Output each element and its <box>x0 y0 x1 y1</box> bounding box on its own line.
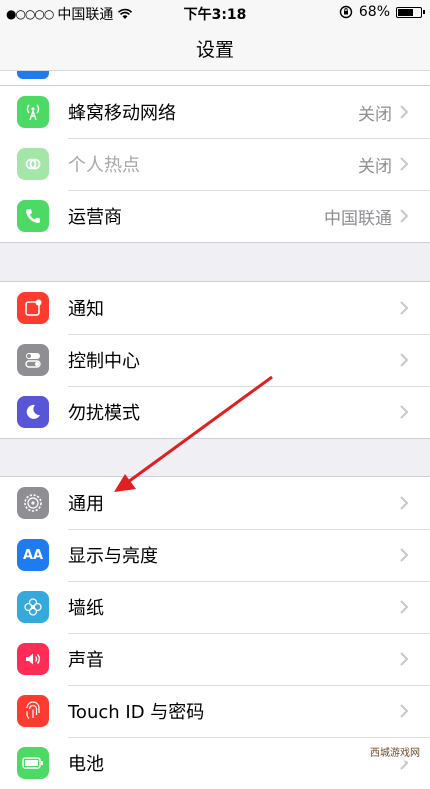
row-separator <box>68 529 430 530</box>
chevron-right-icon <box>394 152 414 176</box>
row-label: 蜂窝移动网络 <box>68 103 176 124</box>
chevron-right-icon <box>394 296 414 320</box>
chevron-right-icon <box>394 595 414 619</box>
settings-group-1: 蜂窝移动网络 关闭 个人热点 关闭 运营商 中国联通 <box>0 85 430 243</box>
row-label: 通用 <box>68 494 104 515</box>
row-separator <box>68 334 430 335</box>
battery-icon <box>17 747 49 779</box>
settings-row-wallpaper[interactable]: 墙纸 <box>0 581 430 633</box>
row-value: 关闭 <box>358 104 392 125</box>
chevron-right-icon <box>394 491 414 515</box>
battery-percentage: 68% <box>358 4 390 20</box>
chevron-right-icon <box>394 100 414 124</box>
row-label: Touch ID 与密码 <box>68 702 205 723</box>
settings-row-notifications[interactable]: 通知 <box>0 282 430 334</box>
settings-row-cellular[interactable]: 蜂窝移动网络 关闭 <box>0 86 430 138</box>
chevron-right-icon <box>394 647 414 671</box>
row-label: 声音 <box>68 650 104 671</box>
settings-row-hotspot[interactable]: 个人热点 关闭 <box>0 138 430 190</box>
control-center-icon <box>17 344 49 376</box>
chevron-right-icon <box>394 348 414 372</box>
settings-row-touch-id[interactable]: Touch ID 与密码 <box>0 685 430 737</box>
rotation-lock-icon <box>339 5 353 19</box>
settings-row-do-not-disturb[interactable]: 勿扰模式 <box>0 386 430 438</box>
battery-status-icon <box>396 6 425 18</box>
settings-row-control-center[interactable]: 控制中心 <box>0 334 430 386</box>
phone-icon <box>17 200 49 232</box>
row-separator <box>68 138 430 139</box>
partial-row-icon <box>17 71 49 79</box>
personal-hotspot-icon <box>17 148 49 180</box>
row-separator <box>68 190 430 191</box>
row-label: 运营商 <box>68 207 122 228</box>
row-label: 显示与亮度 <box>68 546 158 567</box>
settings-row-carrier[interactable]: 运营商 中国联通 <box>0 190 430 242</box>
chevron-right-icon <box>394 543 414 567</box>
row-label: 墙纸 <box>68 598 104 619</box>
settings-row-display[interactable]: AA 显示与亮度 <box>0 529 430 581</box>
moon-icon <box>17 396 49 428</box>
fingerprint-icon <box>17 695 49 727</box>
navigation-bar: 设置 <box>0 26 430 71</box>
text-size-icon: AA <box>17 539 49 571</box>
row-label: 电池 <box>68 754 104 775</box>
status-bar: ●○○○○ 中国联通 下午3:18 68% <box>0 0 430 26</box>
row-separator <box>68 386 430 387</box>
row-value: 关闭 <box>358 156 392 177</box>
row-separator <box>68 633 430 634</box>
row-separator <box>68 581 430 582</box>
row-value: 中国联通 <box>324 208 392 229</box>
chevron-right-icon <box>394 204 414 228</box>
wallpaper-flower-icon <box>17 591 49 623</box>
row-label: 通知 <box>68 299 104 320</box>
chevron-right-icon <box>394 400 414 424</box>
page-title: 设置 <box>195 38 234 61</box>
watermark: 西城游戏网 <box>366 742 424 761</box>
settings-group-2: 通知控制中心勿扰模式 <box>0 281 430 439</box>
row-label: 控制中心 <box>68 351 140 372</box>
row-separator <box>68 685 430 686</box>
gear-icon <box>17 487 49 519</box>
chevron-right-icon <box>394 699 414 723</box>
speaker-icon <box>17 643 49 675</box>
row-label: 勿扰模式 <box>68 403 140 424</box>
row-label: 个人热点 <box>68 155 140 176</box>
settings-row-general[interactable]: 通用 <box>0 477 430 529</box>
scrolled-row-sliver <box>0 71 430 86</box>
settings-row-sounds[interactable]: 声音 <box>0 633 430 685</box>
notifications-icon <box>17 292 49 324</box>
cellular-antenna-icon <box>17 96 49 128</box>
row-separator <box>68 737 430 738</box>
